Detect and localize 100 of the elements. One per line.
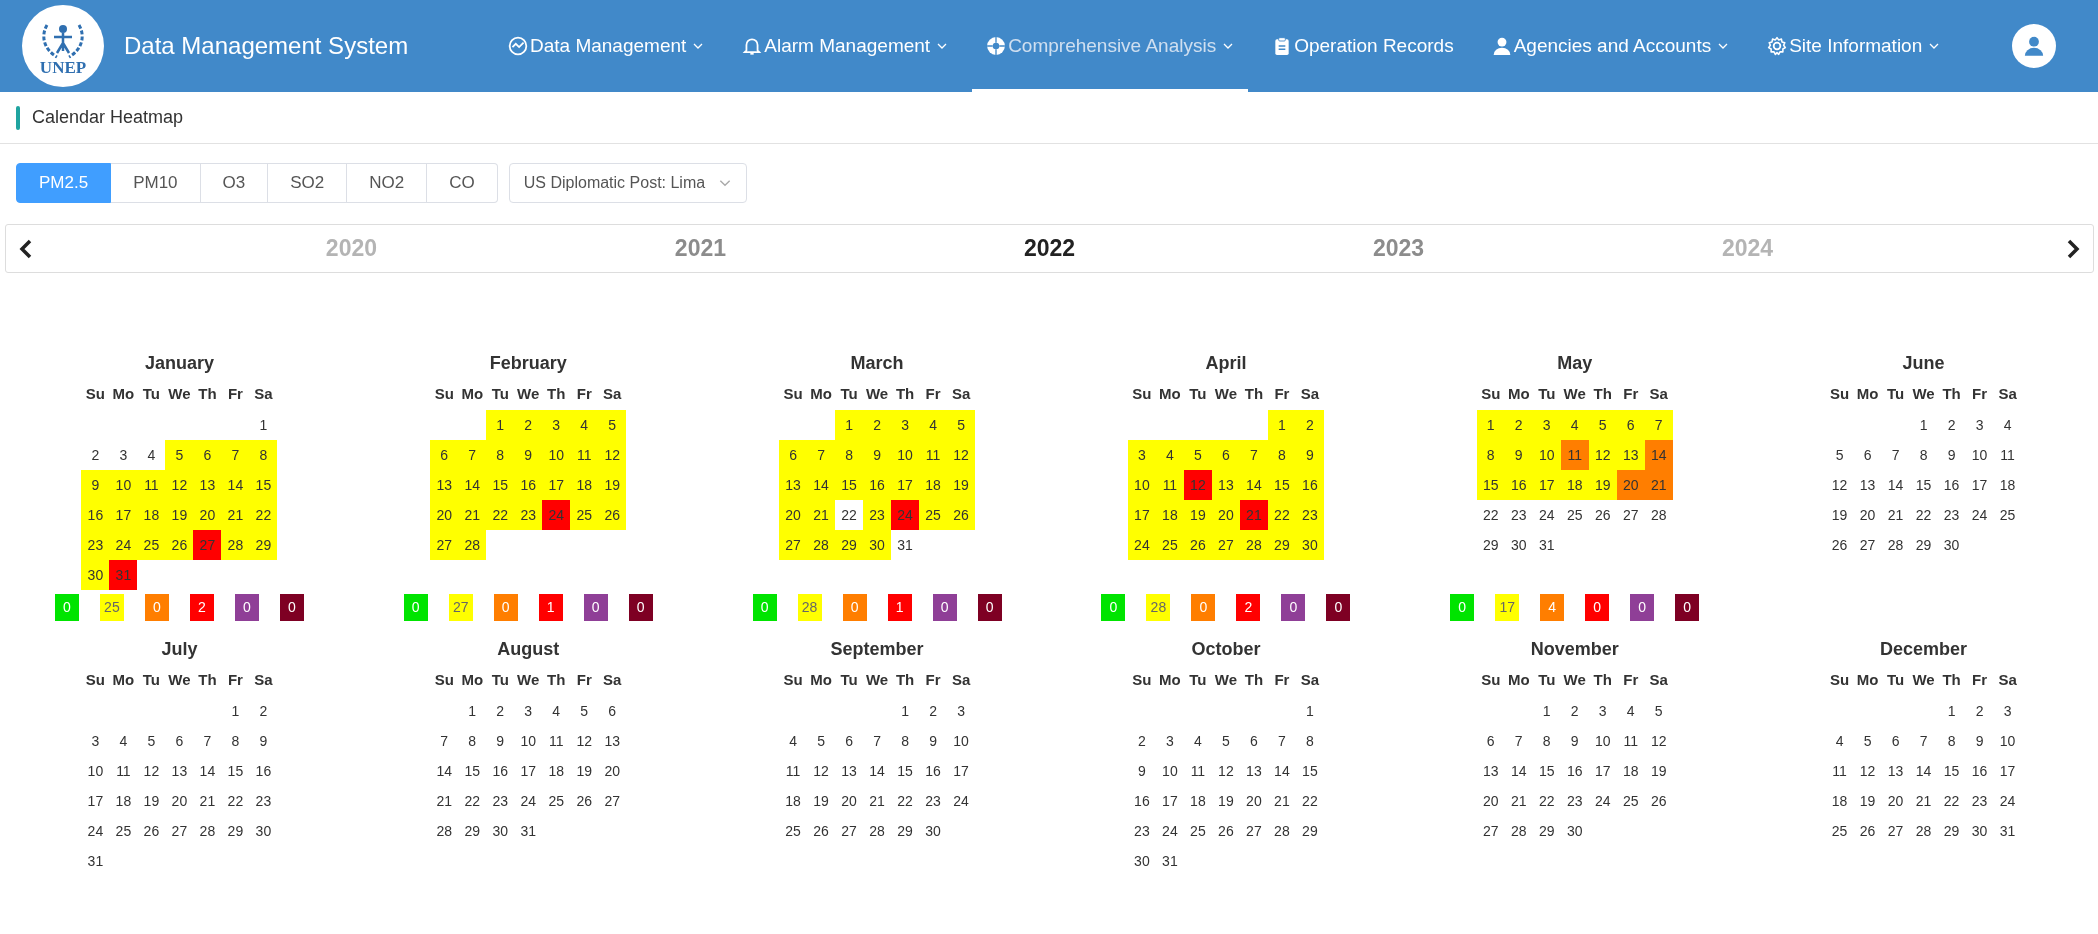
day-cell-text: 27 xyxy=(170,822,189,841)
user-avatar[interactable] xyxy=(2012,24,2056,68)
previous-icon[interactable] xyxy=(18,237,34,260)
day-cell-text: 10 xyxy=(86,762,105,781)
day-cell-text: 9 xyxy=(495,732,506,751)
year-tab[interactable]: 2020 xyxy=(319,234,383,263)
day-cell-text: 23 xyxy=(1565,792,1584,811)
pollutant-tab[interactable]: CO xyxy=(427,163,498,203)
day-cell-text: 23 xyxy=(1509,506,1528,525)
day-cell-text: 24 xyxy=(1998,792,2017,811)
day-cell-text: 9 xyxy=(928,732,938,751)
day-cell: 21 xyxy=(1644,470,1673,500)
nav-menu-item[interactable]: Comprehensive Analysis xyxy=(972,0,1249,92)
day-cell: 19 xyxy=(1183,500,1212,530)
day-cell-text: 2 xyxy=(928,702,938,721)
weekday-label: We xyxy=(1911,670,1936,690)
pollutant-tab[interactable]: NO2 xyxy=(347,163,428,203)
day-cell-text: 21 xyxy=(1886,506,1905,525)
day-cell: 15 xyxy=(486,470,515,500)
day-cell-text: 3 xyxy=(1597,702,1608,721)
day-cell-text: 19 xyxy=(1217,792,1235,811)
weekday-label: Mo xyxy=(1158,670,1182,690)
day-cell: 21 xyxy=(807,500,836,530)
nav-menu-item[interactable]: Site Information xyxy=(1753,0,1955,92)
day-cell-text: 18 xyxy=(114,792,133,811)
nav-menu-item[interactable]: Agencies and Accounts xyxy=(1477,0,1744,92)
weekday-label: We xyxy=(1562,384,1587,404)
pollutant-tab[interactable]: PM2.5 xyxy=(16,163,112,203)
day-cell: 10 xyxy=(1532,440,1561,470)
day-cell: 2 xyxy=(1504,410,1533,440)
day-cell: 4 xyxy=(919,410,948,440)
year-tab[interactable]: 2022 xyxy=(1017,234,1082,263)
weekday-label: Mo xyxy=(1506,384,1531,404)
page-title: Calendar Heatmap xyxy=(32,107,184,128)
day-cell: 15 xyxy=(835,470,864,500)
weekday-label: Th xyxy=(894,384,916,404)
day-cell-text: 3 xyxy=(523,702,534,721)
day-cell: 25 xyxy=(919,500,948,530)
day-cell: 5 xyxy=(165,440,194,470)
station-dropdown[interactable]: US Diplomatic Post: Lima xyxy=(508,163,747,203)
pollutant-tab[interactable]: O3 xyxy=(200,163,269,203)
day-cell-text: 23 xyxy=(254,792,273,811)
pollutant-tab[interactable]: PM10 xyxy=(111,163,201,203)
weekday-label: Su xyxy=(1829,384,1851,404)
day-cell-text: 12 xyxy=(1649,732,1668,751)
nav-menu-item[interactable]: Data Management xyxy=(494,0,719,92)
day-cell: 28 xyxy=(221,530,250,560)
day-cell-text: 29 xyxy=(463,822,481,841)
year-tab[interactable]: 2023 xyxy=(1366,234,1431,263)
day-cell-text: 29 xyxy=(896,822,914,841)
day-cell-text: 9 xyxy=(1137,762,1147,781)
day-cell-text: 18 xyxy=(1830,792,1849,811)
day-cell: 5 xyxy=(1183,440,1212,470)
day-cell-text: 25 xyxy=(114,822,133,841)
legend-count: 0 xyxy=(1585,594,1610,621)
day-cell: 5 xyxy=(947,410,976,440)
day-cell: 11 xyxy=(919,440,948,470)
day-cell-text: 25 xyxy=(1830,822,1849,841)
day-cell: 17 xyxy=(891,470,920,500)
day-cell-text: 6 xyxy=(174,732,185,751)
day-cell: 8 xyxy=(1476,440,1505,470)
weekday-label: Sa xyxy=(1299,384,1321,404)
weekday-label: Th xyxy=(1243,384,1265,404)
day-cell-text: 2 xyxy=(1974,702,1985,721)
weekday-label: Su xyxy=(433,670,455,690)
person-icon xyxy=(1491,36,1512,56)
day-cell: 12 xyxy=(1588,440,1617,470)
nav-menu-item[interactable]: Operation Records xyxy=(1258,0,1468,92)
day-cell-text: 8 xyxy=(230,732,241,751)
day-cell-text: 6 xyxy=(1249,732,1259,751)
legend-count: 28 xyxy=(797,594,822,621)
day-cell: 17 xyxy=(1532,470,1561,500)
day-cell-text: 11 xyxy=(784,762,802,781)
day-cell-text: 24 xyxy=(1593,792,1612,811)
day-cell-text: 25 xyxy=(547,792,565,811)
day-cell-text: 28 xyxy=(1649,506,1668,525)
day-cell: 4 xyxy=(1155,440,1184,470)
legend-count: 1 xyxy=(538,594,563,621)
day-cell-text: 28 xyxy=(435,822,453,841)
day-cell: 11 xyxy=(570,440,599,470)
day-cell-text: 22 xyxy=(840,506,858,525)
day-cell: 19 xyxy=(598,470,627,500)
day-cell: 2 xyxy=(1295,410,1324,440)
day-cell-text: 27 xyxy=(1858,536,1877,555)
day-cell-text: 16 xyxy=(491,762,509,781)
pollutant-tab[interactable]: SO2 xyxy=(268,163,348,203)
legend-count: 17 xyxy=(1495,594,1520,621)
chart-icon xyxy=(508,36,528,56)
weekday-label: We xyxy=(167,670,192,690)
day-cell: 4 xyxy=(1560,410,1589,440)
year-tab[interactable]: 2021 xyxy=(668,234,733,263)
day-cell-text: 6 xyxy=(1890,732,1901,751)
year-tab[interactable]: 2024 xyxy=(1715,234,1780,263)
weekday-label: We xyxy=(1562,670,1587,690)
weekday-label: Fr xyxy=(575,384,593,404)
day-cell-text: 31 xyxy=(896,536,914,555)
day-cell: 18 xyxy=(137,500,166,530)
nav-menu-item[interactable]: Alarm Management xyxy=(728,0,963,92)
day-cell-text: 18 xyxy=(547,762,565,781)
month-title: March xyxy=(850,353,904,374)
